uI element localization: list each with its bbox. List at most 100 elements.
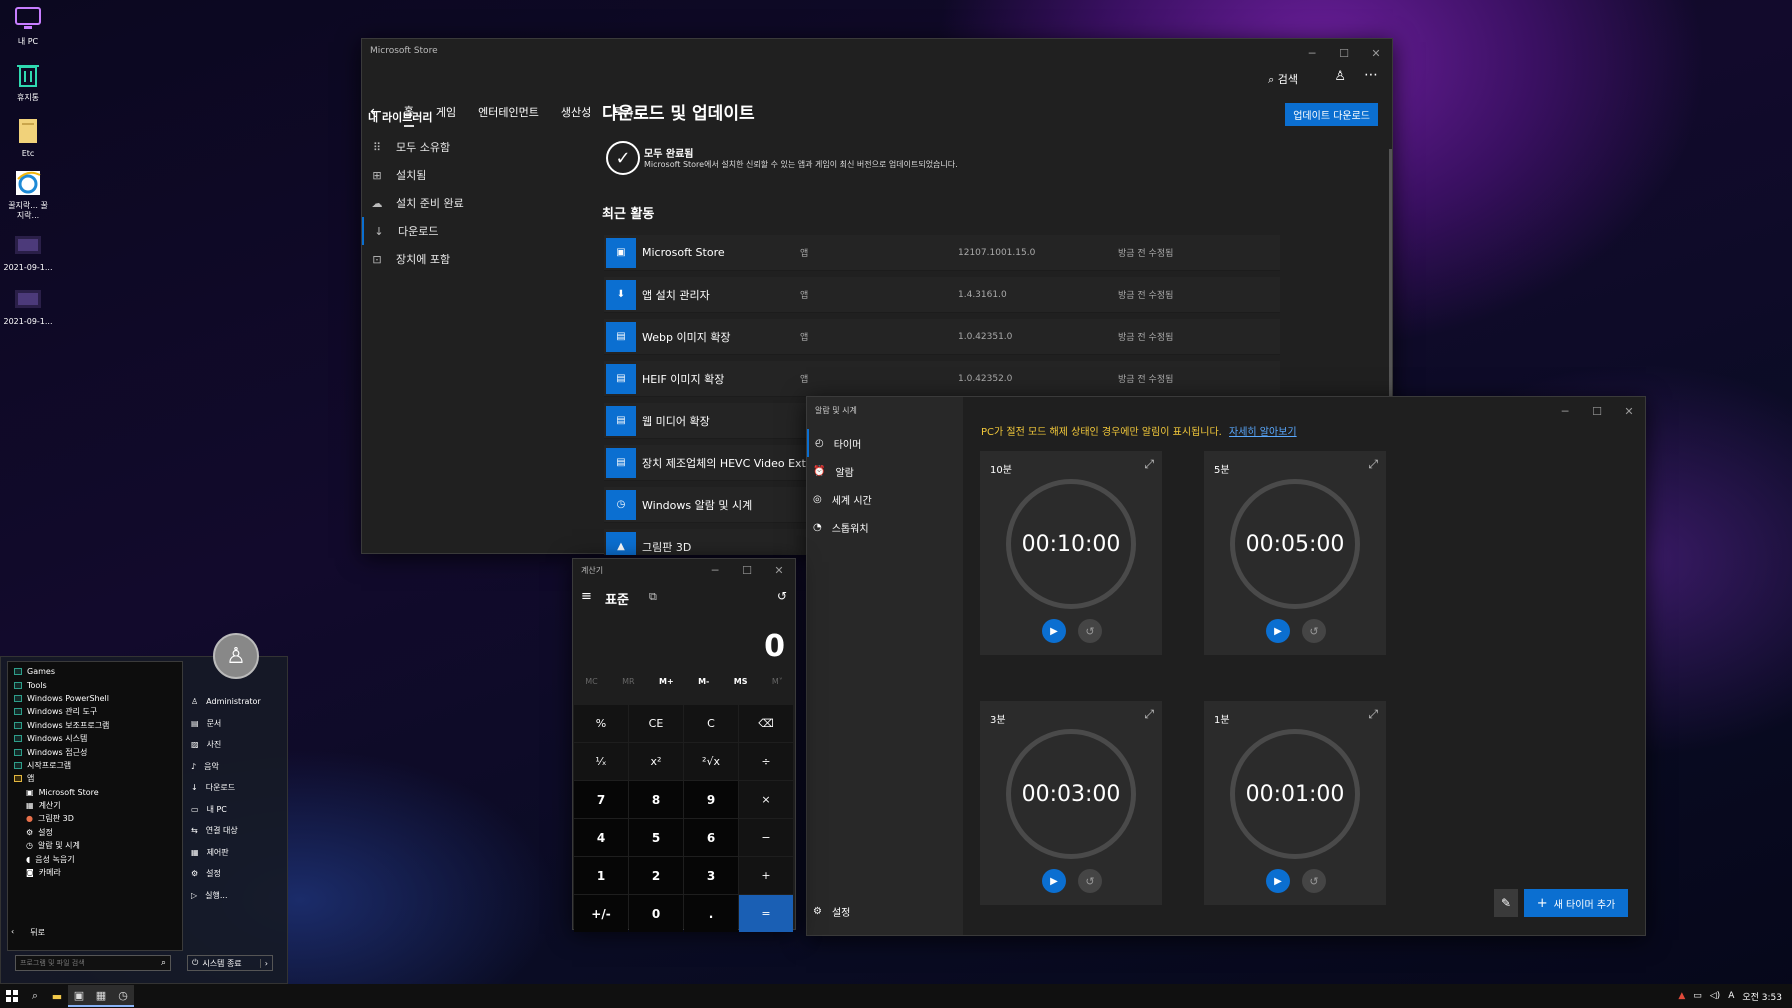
desktop-icon-recycle-bin[interactable]: 휴지통: [0, 60, 56, 103]
close-button[interactable]: ✕: [1613, 397, 1645, 425]
calculator-taskbar-icon[interactable]: ▦: [90, 985, 112, 1007]
volume-icon[interactable]: ◁): [1710, 991, 1720, 1001]
chevron-right-icon[interactable]: ›: [259, 958, 272, 968]
shutdown-button[interactable]: ⏻ 시스템 종료 ›: [187, 955, 273, 971]
digit-6-button[interactable]: 6: [684, 819, 738, 856]
list-item[interactable]: ⚙ 설정: [8, 826, 182, 839]
list-item[interactable]: 시작프로그램: [8, 759, 182, 772]
user-avatar[interactable]: ♙: [213, 633, 259, 679]
list-item[interactable]: Windows 접근성: [8, 745, 182, 758]
library-item-downloads[interactable]: ↓ 다운로드: [362, 217, 562, 245]
back-button[interactable]: ‹ 뒤로: [11, 927, 45, 938]
list-item[interactable]: ◷ 알람 및 시계: [8, 839, 182, 852]
play-button[interactable]: ▶: [1042, 619, 1066, 643]
timer-card[interactable]: 10분 ⤢ 00:10:00 ▶ ↺: [980, 451, 1162, 655]
start-link-control-panel[interactable]: ▦ 제어판: [185, 842, 285, 864]
list-item[interactable]: Windows 보조프로그램: [8, 719, 182, 732]
list-item[interactable]: Windows 시스템: [8, 732, 182, 745]
list-item[interactable]: ● 그림판 3D: [8, 812, 182, 825]
desktop-icon-etc[interactable]: Etc: [0, 116, 56, 159]
list-item[interactable]: ▦ 계산기: [8, 799, 182, 812]
list-item[interactable]: ▣ Microsoft Store: [8, 786, 182, 799]
list-item[interactable]: Tools: [8, 678, 182, 691]
learn-more-link[interactable]: 자세히 알아보기: [1229, 427, 1297, 438]
play-button[interactable]: ▶: [1266, 619, 1290, 643]
subtract-button[interactable]: −: [739, 819, 793, 856]
reset-button[interactable]: ↺: [1078, 869, 1102, 893]
ime-indicator[interactable]: A: [1728, 991, 1734, 1001]
activity-row[interactable]: ▤ HEIF 이미지 확장 앱 1.0.42352.0 방금 전 수정됨: [604, 361, 1280, 397]
nav-timer[interactable]: ◴ 타이머: [807, 429, 963, 457]
memory-subtract-button[interactable]: M-: [698, 677, 709, 686]
reset-button[interactable]: ↺: [1302, 619, 1326, 643]
search-input[interactable]: [20, 959, 140, 967]
minimize-button[interactable]: ─: [1296, 39, 1328, 67]
negate-button[interactable]: +/-: [574, 895, 628, 932]
activity-row[interactable]: ▣ Microsoft Store 앱 12107.1001.15.0 방금 전 수정됨: [604, 235, 1280, 271]
start-link-music[interactable]: ♪ 음악: [185, 756, 285, 778]
nav-settings[interactable]: ⚙ 설정: [807, 897, 850, 925]
digit-1-button[interactable]: 1: [574, 857, 628, 894]
taskbar-clock[interactable]: 오전 3:53: [1742, 990, 1782, 1003]
nav-alarm[interactable]: ⏰ 알람: [807, 457, 963, 485]
search-box[interactable]: ⌕: [15, 955, 171, 971]
list-item[interactable]: Windows 관리 도구: [8, 705, 182, 718]
expand-icon[interactable]: ⤢: [1144, 457, 1154, 472]
maximize-button[interactable]: ☐: [731, 559, 763, 581]
digit-8-button[interactable]: 8: [629, 781, 683, 818]
search-icon[interactable]: ⌕: [24, 985, 46, 1007]
play-button[interactable]: ▶: [1266, 869, 1290, 893]
start-link-documents[interactable]: ▤ 문서: [185, 713, 285, 735]
close-button[interactable]: ✕: [763, 559, 795, 581]
update-download-button[interactable]: 업데이트 다운로드: [1285, 103, 1378, 126]
edit-timers-button[interactable]: ✎: [1494, 889, 1518, 917]
activity-row[interactable]: ⬇ 앱 설치 관리자 앱 1.4.3161.0 방금 전 수정됨: [604, 277, 1280, 313]
digit-7-button[interactable]: 7: [574, 781, 628, 818]
divide-button[interactable]: ÷: [739, 743, 793, 780]
memory-list-button[interactable]: M˅: [772, 677, 783, 686]
minimize-button[interactable]: ─: [1549, 397, 1581, 425]
library-item-owned[interactable]: ⠿ 모두 소유함: [362, 133, 562, 161]
play-button[interactable]: ▶: [1042, 869, 1066, 893]
square-root-button[interactable]: ²√x: [684, 743, 738, 780]
reset-button[interactable]: ↺: [1302, 869, 1326, 893]
file-explorer-icon[interactable]: ▬: [46, 985, 68, 1007]
clear-button[interactable]: C: [684, 705, 738, 742]
list-item[interactable]: 앱: [8, 772, 182, 785]
expand-icon[interactable]: ⤢: [1144, 707, 1154, 722]
multiply-button[interactable]: ×: [739, 781, 793, 818]
reset-button[interactable]: ↺: [1078, 619, 1102, 643]
maximize-button[interactable]: ☐: [1581, 397, 1613, 425]
maximize-button[interactable]: ☐: [1328, 39, 1360, 67]
keep-on-top-icon[interactable]: ⧉: [649, 590, 657, 604]
tab-productivity[interactable]: 생산성: [561, 104, 591, 126]
digit-9-button[interactable]: 9: [684, 781, 738, 818]
timer-card[interactable]: 5분 ⤢ 00:05:00 ▶ ↺: [1204, 451, 1386, 655]
start-link-run[interactable]: ▷ 실행...: [185, 885, 285, 907]
expand-icon[interactable]: ⤢: [1368, 457, 1378, 472]
close-button[interactable]: ✕: [1360, 39, 1392, 67]
start-link-settings[interactable]: ⚙ 설정: [185, 863, 285, 885]
add-timer-button[interactable]: + 새 타이머 추가: [1524, 889, 1628, 917]
clear-entry-button[interactable]: CE: [629, 705, 683, 742]
desktop-icon-screenshot-2[interactable]: 2021-09-1...: [0, 284, 56, 327]
list-item[interactable]: Games: [8, 665, 182, 678]
nav-stopwatch[interactable]: ◔ 스톱워치: [807, 513, 963, 541]
clock-taskbar-icon[interactable]: ◷: [112, 985, 134, 1007]
account-icon[interactable]: ♙: [1334, 69, 1346, 84]
library-item-installed[interactable]: ⊞ 설치됨: [362, 161, 562, 189]
desktop-icon-my-pc[interactable]: 내 PC: [0, 4, 56, 47]
list-item[interactable]: ◖ 음성 녹음기: [8, 852, 182, 865]
warning-icon[interactable]: ▲: [1678, 991, 1685, 1001]
digit-5-button[interactable]: 5: [629, 819, 683, 856]
memory-clear-button[interactable]: MC: [585, 677, 598, 686]
user-name-item[interactable]: ♙ Administrator: [185, 691, 285, 713]
library-item-ready[interactable]: ☁ 설치 준비 완료: [362, 189, 562, 217]
nav-world-clock[interactable]: ◎ 세계 시간: [807, 485, 963, 513]
history-icon[interactable]: ↺: [777, 589, 787, 603]
activity-row[interactable]: ▤ Webp 이미지 확장 앱 1.0.42351.0 방금 전 수정됨: [604, 319, 1280, 355]
store-search-button[interactable]: ⌕ 검색: [1268, 71, 1298, 87]
timer-card[interactable]: 3분 ⤢ 00:03:00 ▶ ↺: [980, 701, 1162, 905]
desktop-icon-ie[interactable]: 꿀지락... 꿀지락...: [0, 168, 56, 221]
memory-add-button[interactable]: M+: [659, 677, 674, 686]
